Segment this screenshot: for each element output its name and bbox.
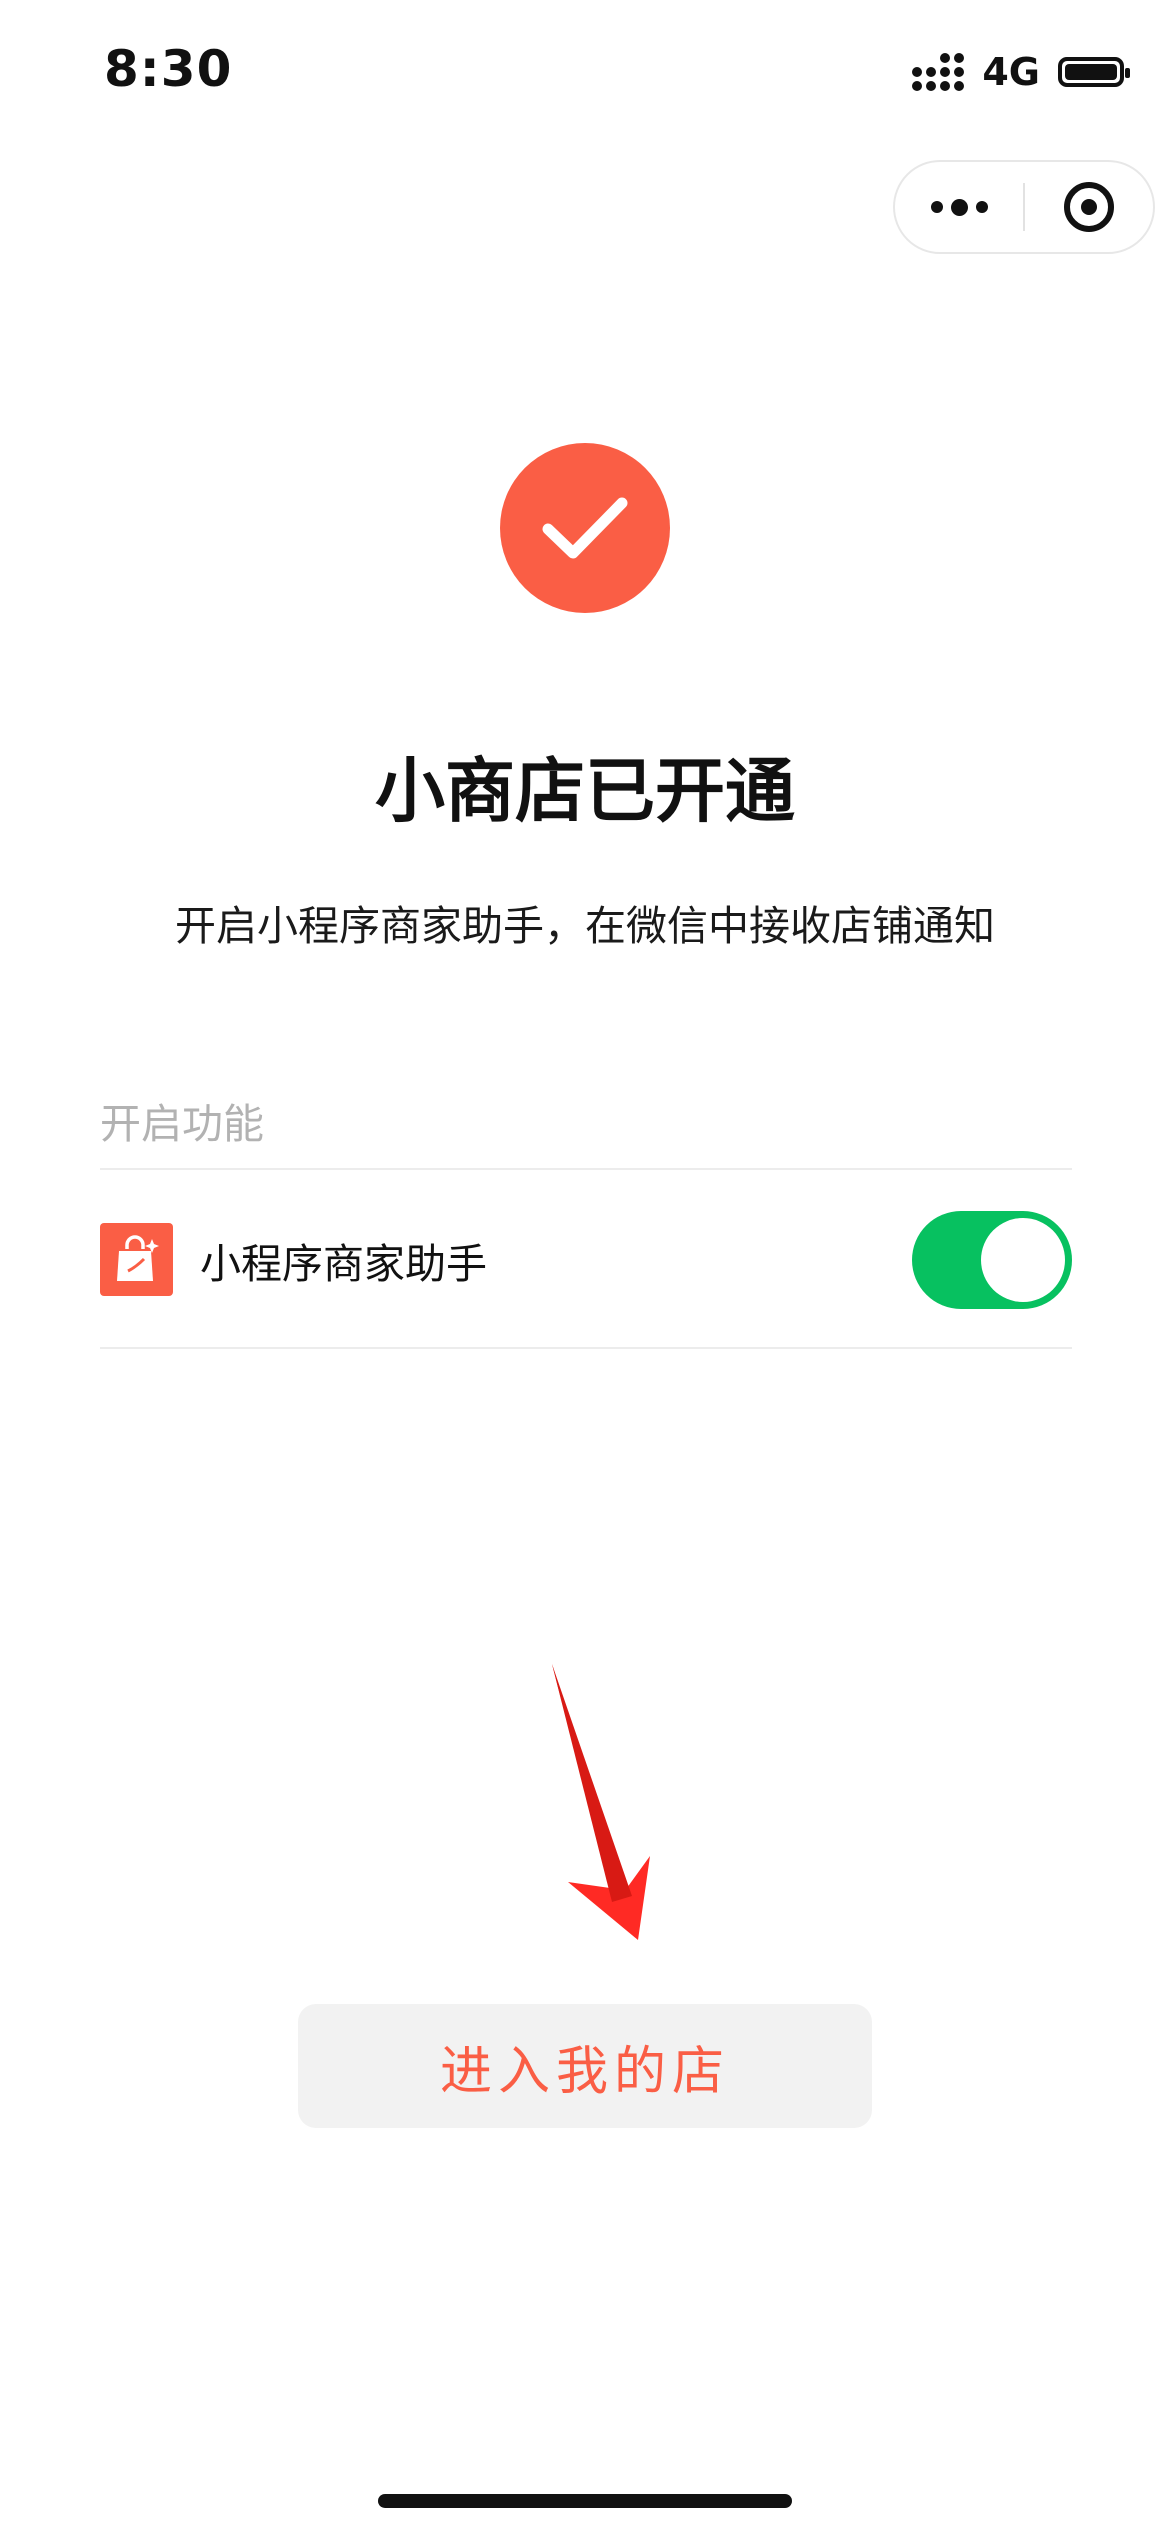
section-label: 开启功能 — [100, 1100, 264, 1148]
status-indicators: 4G — [912, 50, 1130, 94]
shopping-bag-icon — [100, 1223, 173, 1296]
page-subtitle: 开启小程序商家助手，在微信中接收店铺通知 — [175, 902, 995, 950]
miniprogram-capsule — [893, 160, 1155, 254]
more-dots-icon — [930, 198, 988, 216]
check-icon — [542, 497, 628, 559]
battery-icon — [1058, 57, 1130, 87]
home-indicator — [378, 2494, 792, 2508]
divider-top — [100, 1168, 1072, 1170]
page-title: 小商店已开通 — [375, 750, 795, 832]
annotation-arrow-icon — [552, 1664, 650, 1940]
close-miniprogram-button[interactable] — [1025, 162, 1153, 252]
enter-my-shop-button[interactable]: 进入我的店 — [298, 2004, 872, 2128]
target-circle-icon — [1064, 182, 1114, 232]
feature-row-merchant-assistant: 小程序商家助手 — [100, 1172, 1072, 1347]
more-button[interactable] — [895, 162, 1023, 252]
merchant-assistant-toggle[interactable] — [912, 1210, 1072, 1309]
divider-bottom — [100, 1347, 1072, 1349]
signal-icon — [912, 53, 965, 91]
feature-label: 小程序商家助手 — [200, 1239, 487, 1288]
network-type: 4G — [982, 50, 1040, 94]
status-time: 8:30 — [104, 40, 233, 98]
success-check-icon — [500, 443, 670, 613]
